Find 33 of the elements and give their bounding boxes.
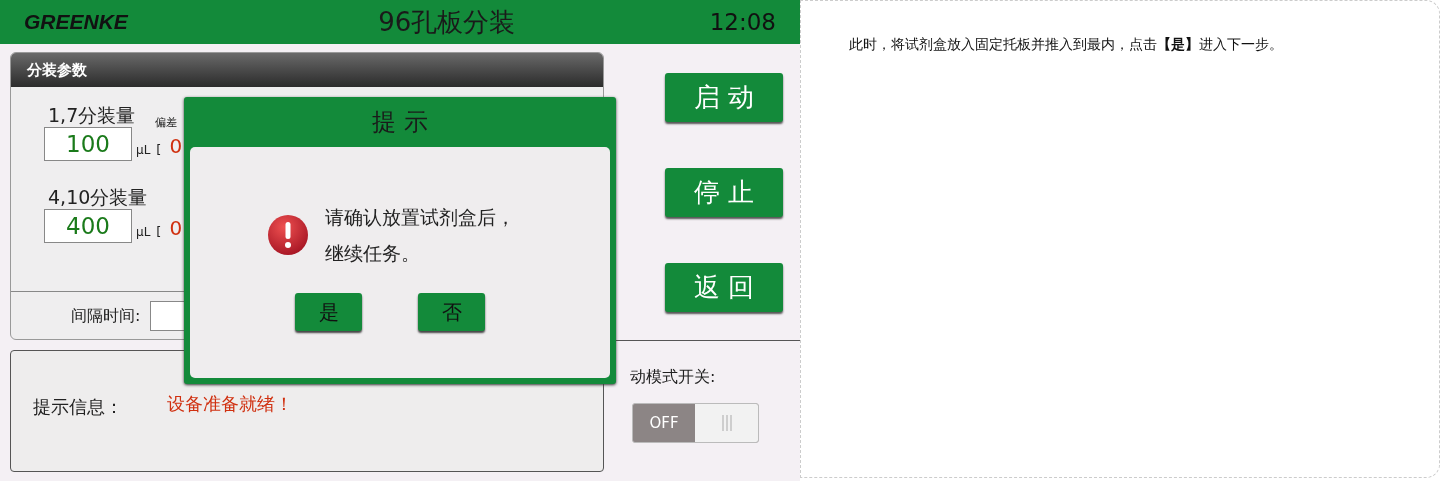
interval-label: 间隔时间: — [71, 304, 141, 327]
bracket: [ — [156, 222, 162, 241]
unit-label: μL — [136, 142, 151, 159]
clock: 12:08 — [709, 7, 776, 37]
panel-title: 分装参数 — [27, 59, 87, 81]
deviation-value: 0 — [169, 133, 183, 160]
error-icon — [267, 214, 309, 256]
grip-icon — [721, 415, 732, 431]
brand-logo: GREENKE — [24, 9, 130, 36]
mode-toggle[interactable]: OFF — [632, 403, 759, 443]
switch-label: 动模式开关: — [630, 366, 717, 388]
dialog-button[interactable]: 否 — [418, 293, 485, 331]
toggle-knob[interactable] — [695, 404, 758, 442]
unit-label: μL — [136, 224, 151, 241]
deviation-value: 0 — [169, 215, 183, 242]
field-label: 1,7分装量 — [48, 103, 136, 127]
volume-input[interactable]: 100 — [44, 127, 132, 161]
field-label: 4,10分装量 — [48, 185, 148, 209]
dialog-button[interactable]: 是 — [295, 293, 362, 331]
instruction-text: 此时，将试剂盒放入固定托板并推入到最内，点击【是】进入下一步。 — [849, 36, 1283, 52]
dialog-title: 提 示 — [372, 107, 428, 138]
screen-title: 96孔板分装 — [377, 5, 517, 39]
action-button[interactable]: 停 止 — [665, 168, 783, 217]
bracket: [ — [156, 140, 162, 159]
info-label: 提示信息： — [33, 394, 123, 419]
volume-input[interactable]: 400 — [44, 209, 132, 243]
action-button[interactable]: 启 动 — [665, 73, 783, 122]
dialog-message: 请确认放置试剂盒后， — [325, 205, 515, 229]
deviation-label: 偏差 — [155, 114, 179, 131]
action-button[interactable]: 返 回 — [665, 263, 783, 312]
off-label: OFF — [648, 412, 680, 434]
dialog-message: 继续任务。 — [325, 241, 421, 265]
info-message: 设备准备就绪！ — [167, 391, 293, 416]
